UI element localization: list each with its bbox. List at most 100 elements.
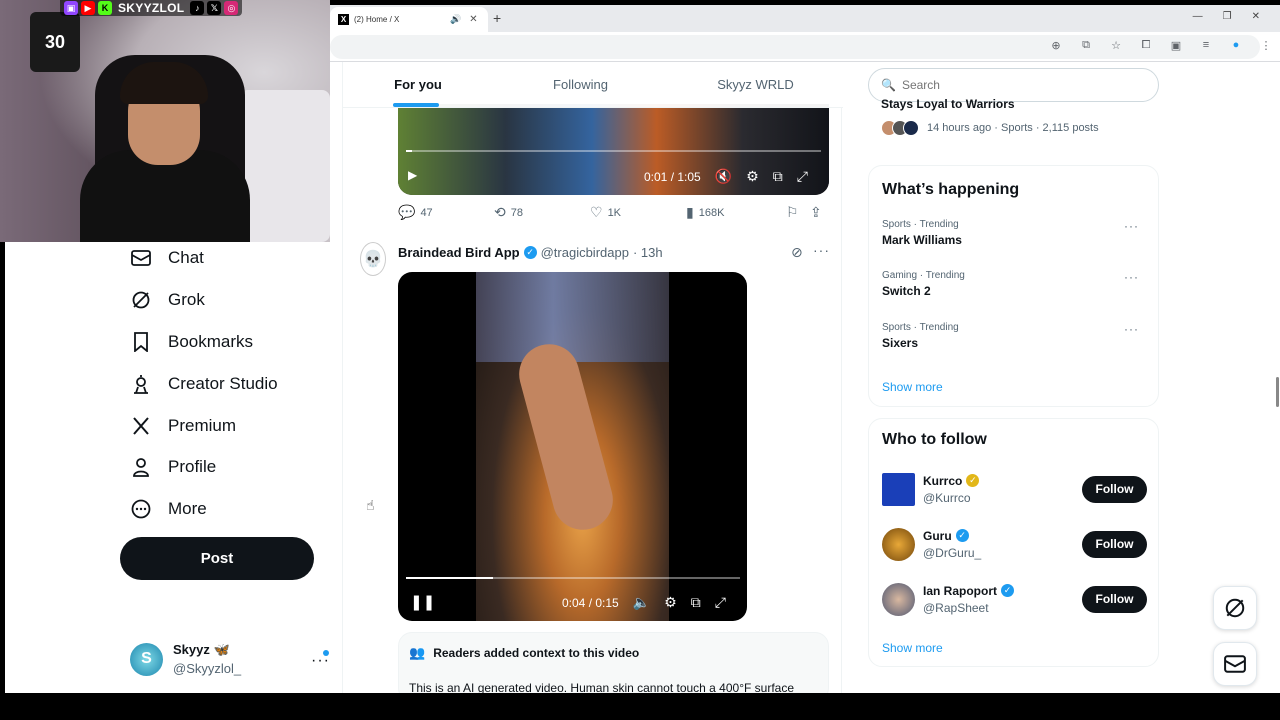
restore-icon[interactable]: ❐ bbox=[1223, 11, 1232, 22]
trend-category: Sports · Trending bbox=[882, 322, 959, 333]
follow-suggestion[interactable]: Ian Rapoport ✓ @RapSheet Follow bbox=[882, 579, 1147, 619]
mute-icon[interactable]: 🔇 bbox=[715, 168, 732, 185]
nav-item-grok[interactable]: Grok bbox=[130, 285, 205, 315]
fullscreen-icon[interactable]: ⤢ bbox=[797, 168, 808, 185]
media-icon[interactable]: ≡ bbox=[1198, 39, 1214, 52]
trend-category: Gaming · Trending bbox=[882, 270, 965, 281]
bookmark-button[interactable]: ⚐ bbox=[786, 204, 810, 221]
grok-fab[interactable] bbox=[1213, 586, 1257, 630]
nav-item-profile[interactable]: Profile bbox=[130, 452, 216, 482]
profile-icon[interactable]: ● bbox=[1228, 39, 1244, 52]
close-window-icon[interactable]: ✕ bbox=[1252, 11, 1260, 22]
settings-icon[interactable]: ⚙ bbox=[746, 168, 759, 185]
share-button[interactable]: ⇪ bbox=[810, 204, 827, 221]
extensions-icon[interactable]: ⧠ bbox=[1138, 39, 1154, 52]
whats-happening-panel: What’s happening Sports · Trending Mark … bbox=[868, 165, 1159, 407]
follow-button[interactable]: Follow bbox=[1082, 585, 1147, 613]
minimize-icon[interactable]: — bbox=[1193, 11, 1203, 22]
menu-icon[interactable]: ⋮ bbox=[1258, 39, 1274, 52]
views-button[interactable]: ▮ 168K bbox=[686, 204, 786, 221]
who-to-follow-panel: Who to follow Kurrco ✓ @Kurrco Follow Gur… bbox=[868, 418, 1159, 667]
streamer-handle: SKYYZLOL bbox=[118, 1, 185, 15]
zoom-icon[interactable]: ⊕ bbox=[1048, 39, 1064, 52]
search-input[interactable] bbox=[901, 78, 1152, 92]
new-tab-icon[interactable]: + bbox=[493, 10, 501, 26]
more-dots-icon[interactable]: ··· bbox=[1124, 219, 1139, 233]
volume-icon[interactable]: 🔈 bbox=[633, 594, 650, 611]
screen: 30 ▣ ▶ K SKYYZLOL ♪ 𝕏 ◎ Chat Grok Bookma… bbox=[0, 0, 1280, 720]
browser-tab[interactable]: X (2) Home / X 🔊 ✕ bbox=[330, 7, 488, 32]
suggestion-handle: @DrGuru_ bbox=[923, 545, 982, 560]
tab-strip: X (2) Home / X 🔊 ✕ + — ❐ ✕ bbox=[330, 5, 1280, 32]
post-button[interactable]: Post bbox=[120, 537, 314, 580]
close-tab-icon[interactable]: ✕ bbox=[469, 14, 477, 25]
people-icon: 👥 bbox=[409, 645, 426, 660]
grok-icon[interactable]: ⊘ bbox=[791, 244, 803, 261]
trend-item[interactable]: Sports · Trending Mark Williams ··· bbox=[882, 219, 1147, 247]
video-progress-fill bbox=[406, 150, 413, 152]
avatar bbox=[903, 120, 919, 136]
pause-icon[interactable]: ❚❚ bbox=[410, 593, 435, 611]
x-favicon-icon: X bbox=[338, 14, 349, 25]
more-dots-icon[interactable]: ··· bbox=[1124, 270, 1139, 284]
video-progress-bar[interactable] bbox=[406, 577, 740, 579]
follow-suggestion[interactable]: Kurrco ✓ @Kurrco Follow bbox=[882, 469, 1147, 509]
nav-item-creator-studio[interactable]: Creator Studio bbox=[130, 369, 278, 399]
nav-item-premium[interactable]: Premium bbox=[130, 411, 236, 441]
tab-following[interactable]: Following bbox=[493, 62, 668, 107]
trend-item[interactable]: Gaming · Trending Switch 2 ··· bbox=[882, 270, 1147, 298]
video-player[interactable]: ❚❚ 0:04 / 0:15 🔈 ⚙ ⧉ ⤢ bbox=[398, 272, 747, 621]
trend-name: Sixers bbox=[882, 336, 919, 350]
settings-icon[interactable]: ⚙ bbox=[664, 594, 677, 611]
play-icon[interactable]: ▶ bbox=[408, 168, 417, 182]
suggestion-name: Ian Rapoport bbox=[923, 583, 997, 598]
community-note-text: This is an AI generated video. Human ski… bbox=[409, 681, 795, 693]
nav-label: Chat bbox=[168, 248, 204, 267]
sidepanel-icon[interactable]: ▣ bbox=[1168, 39, 1184, 52]
video-progress-bar[interactable] bbox=[406, 150, 821, 152]
trend-meta-text: 14 hours ago · Sports · 2,115 posts bbox=[927, 122, 1099, 134]
creator-studio-icon bbox=[130, 373, 152, 395]
author-name[interactable]: Braindead Bird App bbox=[398, 245, 520, 260]
follow-button[interactable]: Follow bbox=[1082, 475, 1147, 503]
streamer-hair bbox=[120, 62, 208, 104]
account-switcher[interactable]: S Skyyz 🦋 @Skyyzlol_ bbox=[130, 642, 241, 676]
bookmark-icon bbox=[130, 331, 152, 353]
speaker-icon[interactable]: 🔊 bbox=[450, 14, 461, 25]
avatar bbox=[882, 582, 915, 616]
nav-item-chat[interactable]: Chat bbox=[130, 243, 204, 273]
more-dots-icon[interactable]: ··· bbox=[1124, 322, 1139, 336]
author-handle[interactable]: @tragicbirdapp bbox=[541, 245, 629, 260]
nav-label: More bbox=[168, 499, 207, 518]
avatar bbox=[882, 472, 915, 506]
repost-button[interactable]: ⟲ 78 bbox=[494, 204, 590, 221]
pip-icon[interactable]: ⧉ bbox=[691, 594, 701, 611]
x-logo-icon bbox=[130, 415, 152, 437]
more-dots-icon[interactable]: ··· bbox=[813, 242, 830, 258]
follow-button[interactable]: Follow bbox=[1082, 530, 1147, 558]
star-icon[interactable]: ☆ bbox=[1108, 39, 1124, 52]
trend-item[interactable]: Sports · Trending Sixers ··· bbox=[882, 322, 1147, 350]
cast-icon[interactable]: ⧉ bbox=[1078, 39, 1094, 52]
fullscreen-icon[interactable]: ⤢ bbox=[715, 594, 726, 611]
show-more-link[interactable]: Show more bbox=[882, 641, 943, 655]
video-player[interactable]: ▶ 0:01 / 1:05 🔇 ⚙ ⧉ ⤢ bbox=[398, 104, 829, 195]
tab-for-you[interactable]: For you bbox=[343, 62, 493, 107]
envelope-icon bbox=[130, 247, 152, 269]
nav-item-more[interactable]: More bbox=[130, 494, 207, 524]
messages-fab[interactable] bbox=[1213, 642, 1257, 686]
timeline-tabs: For you Following Skyyz WRLD bbox=[343, 62, 843, 108]
follow-suggestion[interactable]: Guru ✓ @DrGuru_ Follow bbox=[882, 524, 1147, 564]
pip-icon[interactable]: ⧉ bbox=[773, 168, 783, 185]
tab-skyyz-wrld[interactable]: Skyyz WRLD bbox=[668, 62, 843, 107]
nav-item-bookmarks[interactable]: Bookmarks bbox=[130, 327, 253, 357]
reply-button[interactable]: 💬 47 bbox=[398, 204, 494, 221]
page-scrollbar[interactable] bbox=[1276, 377, 1279, 407]
trend-title[interactable]: Stays Loyal to Warriors bbox=[881, 97, 1015, 111]
grok-icon bbox=[130, 289, 152, 311]
show-more-link[interactable]: Show more bbox=[882, 380, 943, 394]
community-note-title: Readers added context to this video bbox=[433, 646, 640, 660]
avatar[interactable]: 💀 bbox=[360, 242, 386, 276]
like-button[interactable]: ♡ 1K bbox=[590, 204, 686, 221]
nav-label: Creator Studio bbox=[168, 374, 278, 393]
